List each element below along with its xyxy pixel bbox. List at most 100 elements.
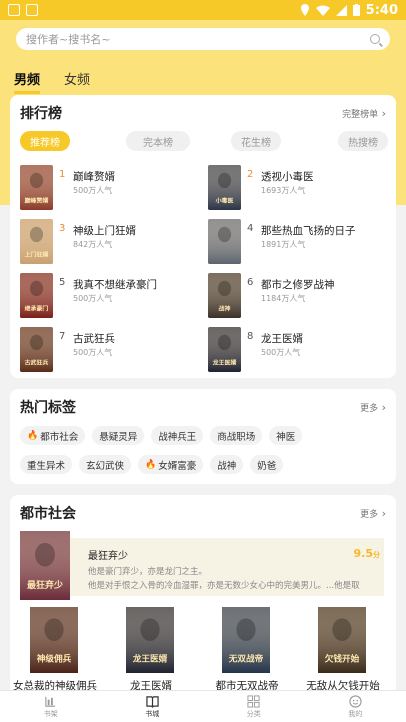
tag-chip[interactable]: 奶爸 — [250, 455, 284, 474]
book-cover[interactable]: 无双战帝 — [222, 607, 270, 673]
tag-chip[interactable]: 🔥 女婿富豪 — [138, 455, 204, 474]
ranking-item[interactable]: 继承豪门 5 我真不想继承豪门 500万人气 — [20, 273, 200, 319]
book-title: 龙王医婿 — [261, 333, 303, 345]
book-popularity: 842万人气 — [73, 240, 113, 249]
search-input[interactable]: 搜作者~搜书名~ — [16, 28, 390, 50]
tag-label: 玄幻武侠 — [86, 460, 125, 472]
gallery-icon — [8, 4, 20, 16]
tag-chip[interactable]: 重生异术 — [20, 455, 73, 474]
ranking-item[interactable]: 4 那些热血飞扬的日子 1891万人气 — [208, 219, 388, 265]
book-cover[interactable]: 欠钱开始 — [318, 607, 366, 673]
battery-icon — [352, 4, 360, 16]
tag-label: 女婿富豪 — [158, 460, 197, 472]
ranking-item[interactable]: 古武狂兵 7 古武狂兵 500万人气 — [20, 327, 200, 373]
fire-icon: 🔥 — [145, 459, 157, 470]
urban-section-title: 都市社会 — [20, 506, 76, 522]
tab-male[interactable]: 男频 — [14, 69, 41, 94]
svg-text:龙王医婿: 龙王医婿 — [132, 653, 168, 665]
ranking-item[interactable]: 小毒医 2 透视小毒医 1693万人气 — [208, 165, 388, 211]
ranking-more-link[interactable]: 完整榜单 — [342, 107, 386, 120]
book-title: 神级上门狂婿 — [73, 225, 136, 237]
book-popularity: 1184万人气 — [261, 294, 306, 303]
book-cover[interactable]: 龙王医婿 — [126, 607, 174, 673]
ranking-item[interactable]: 上门狂婿 3 神级上门狂婿 842万人气 — [20, 219, 200, 265]
ranking-item[interactable]: 巅峰赘婿 1 巅峰赘婿 500万人气 — [20, 165, 200, 211]
book-title: 都市之修罗战神 — [261, 279, 335, 291]
book-cover[interactable]: 神级佣兵 — [30, 607, 78, 673]
ranking-title: 排行榜 — [20, 106, 62, 122]
book-title: 透视小毒医 — [261, 171, 314, 183]
nav-bookstore[interactable]: 书城 — [102, 691, 204, 722]
svg-text:欠钱开始: 欠钱开始 — [325, 653, 360, 665]
rank-number: 6 — [247, 277, 254, 288]
bottom-navigation: 书架 书城 分类 我的 — [0, 690, 406, 722]
tag-label: 都市社会 — [40, 431, 79, 443]
book-title: 巅峰赘婿 — [73, 171, 115, 183]
tag-label: 战神 — [217, 460, 237, 472]
tag-chip[interactable]: 战神兵王 — [151, 426, 204, 445]
book-cover[interactable]: 龙王医婿 — [208, 327, 241, 372]
book-popularity: 1693万人气 — [261, 186, 306, 195]
bookshelf-icon — [45, 696, 56, 707]
rank-number: 4 — [247, 223, 254, 234]
tab-completed[interactable]: 完本榜 — [126, 131, 190, 151]
rank-number: 5 — [59, 277, 66, 288]
book-popularity: 1891万人气 — [261, 240, 306, 249]
category-icon — [247, 694, 260, 708]
tab-peanut[interactable]: 花生榜 — [231, 131, 281, 151]
tab-recommend[interactable]: 推荐榜 — [20, 131, 70, 151]
tab-hot-search[interactable]: 热搜榜 — [338, 131, 388, 151]
search-icon[interactable] — [370, 34, 380, 44]
signal-icon — [335, 4, 347, 16]
nav-category[interactable]: 分类 — [203, 691, 305, 722]
book-popularity: 500万人气 — [73, 348, 113, 357]
rank-number: 8 — [247, 331, 254, 342]
ranking-item[interactable]: 战神 6 都市之修罗战神 1184万人气 — [208, 273, 388, 319]
tag-chip[interactable]: 🔥 都市社会 — [20, 426, 86, 445]
wifi-icon — [315, 5, 330, 16]
svg-text:最狂弃少: 最狂弃少 — [27, 579, 63, 591]
search-placeholder: 搜作者~搜书名~ — [26, 33, 111, 46]
location-icon — [300, 4, 309, 16]
rank-number: 7 — [59, 331, 66, 342]
book-popularity: 500万人气 — [73, 186, 113, 195]
tag-chip[interactable]: 玄幻武侠 — [79, 455, 132, 474]
tag-label: 悬疑灵异 — [99, 431, 138, 443]
featured-book-score: 9.5分 — [353, 547, 381, 560]
tag-chip[interactable]: 商战职场 — [210, 426, 263, 445]
urban-section-card: 都市社会 更多 最狂弃少 最狂弃少 9.5分 他是豪门弃少，亦是龙门之主。 他是… — [10, 495, 396, 695]
hot-tags-more-link[interactable]: 更多 — [360, 401, 386, 414]
tag-label: 奶爸 — [257, 460, 277, 472]
rank-number: 3 — [59, 223, 66, 234]
featured-book-desc-line1: 他是豪门弃少，亦是龙门之主。 — [88, 567, 208, 577]
book-cover[interactable]: 巅峰赘婿 — [20, 165, 53, 210]
book-cover[interactable]: 小毒医 — [208, 165, 241, 210]
clock: 5:40 — [365, 2, 398, 18]
channel-tabs: 男频 女频 — [14, 69, 90, 94]
featured-book-desc-line2: 他是对手恨之入骨的冷血湿罪，亦是无数少女心中的完美男儿。...他是取 — [88, 581, 360, 591]
tab-female[interactable]: 女频 — [64, 69, 90, 94]
book-cover[interactable] — [208, 219, 241, 264]
ranking-card: 排行榜 完整榜单 推荐榜 完本榜 花生榜 热搜榜 巅峰赘婿 1 巅峰赘婿 500万人气… — [10, 95, 396, 378]
book-cover[interactable]: 古武狂兵 — [20, 327, 53, 372]
featured-book[interactable]: 最狂弃少 最狂弃少 9.5分 他是豪门弃少，亦是龙门之主。 他是对手恨之入骨的冷… — [20, 531, 384, 601]
book-title: 古武狂兵 — [73, 333, 115, 345]
rank-number: 1 — [59, 169, 66, 180]
svg-text:无双战帝: 无双战帝 — [228, 653, 264, 665]
book-cover[interactable]: 上门狂婿 — [20, 219, 53, 264]
tag-chip[interactable]: 神医 — [269, 426, 303, 445]
nav-profile[interactable]: 我的 — [305, 691, 406, 722]
ranking-tabs: 推荐榜 完本榜 花生榜 热搜榜 — [18, 131, 388, 151]
book-cover[interactable]: 战神 — [208, 273, 241, 318]
book-cover[interactable]: 继承豪门 — [20, 273, 53, 318]
book-popularity: 500万人气 — [73, 294, 113, 303]
book-cover[interactable]: 最狂弃少 — [20, 531, 70, 600]
tag-label: 商战职场 — [217, 431, 256, 443]
svg-text:神级佣兵: 神级佣兵 — [37, 653, 72, 665]
tag-chip[interactable]: 战神 — [210, 455, 244, 474]
tag-chip[interactable]: 悬疑灵异 — [92, 426, 145, 445]
tag-label: 神医 — [276, 431, 296, 443]
nav-bookshelf[interactable]: 书架 — [0, 691, 102, 722]
urban-more-link[interactable]: 更多 — [360, 507, 386, 520]
ranking-item[interactable]: 龙王医婿 8 龙王医婿 500万人气 — [208, 327, 388, 373]
